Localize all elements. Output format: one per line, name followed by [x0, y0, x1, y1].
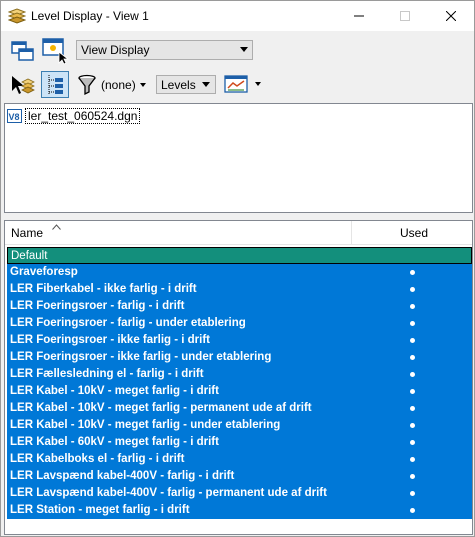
- dgn-file-icon: V8: [7, 109, 22, 123]
- used-indicator-icon: [410, 372, 415, 377]
- svg-text:V8: V8: [9, 112, 20, 122]
- name-column-header[interactable]: Name: [11, 226, 43, 240]
- level-row[interactable]: LER Kabel - 60kV - meget farlig - i drif…: [7, 434, 472, 451]
- tree-list-icon: [48, 75, 63, 94]
- filter-dropdown-arrow-icon[interactable]: [140, 83, 146, 87]
- level-name: LER Kabel - 10kV - meget farlig - under …: [10, 419, 281, 431]
- level-display-app-icon: [7, 8, 27, 24]
- level-name: LER Kabelboks el - farlig - i drift: [10, 453, 185, 465]
- maximize-icon: [400, 11, 410, 21]
- chevron-down-icon: [202, 82, 210, 87]
- level-row[interactable]: LER Foeringsroer - ikke farlig - i drift: [7, 332, 472, 349]
- level-name: LER Foeringsroer - farlig - under etable…: [10, 317, 246, 329]
- used-indicator-icon: [410, 355, 415, 360]
- pane-splitter[interactable]: [221, 214, 255, 224]
- level-row[interactable]: LER Kabel - 10kV - meget farlig - i drif…: [7, 383, 472, 400]
- used-indicator-icon: [410, 491, 415, 496]
- files-tree[interactable]: V8 ler_test_060524.dgn: [4, 103, 473, 213]
- used-indicator-icon: [410, 423, 415, 428]
- file-item[interactable]: V8 ler_test_060524.dgn: [7, 107, 141, 125]
- level-row[interactable]: LER Lavspænd kabel-400V - farlig - perma…: [7, 485, 472, 502]
- used-indicator-icon: [410, 474, 415, 479]
- level-name: LER Kabel - 60kV - meget farlig - i drif…: [10, 436, 219, 448]
- used-indicator-icon: [410, 338, 415, 343]
- level-row[interactable]: LER Station - meget farlig - i drift: [7, 502, 472, 519]
- used-indicator-icon: [410, 389, 415, 394]
- display-mode-value: View Display: [81, 43, 150, 57]
- level-name: LER Foeringsroer - ikke farlig - i drift: [10, 334, 211, 346]
- used-indicator-icon: [410, 321, 415, 326]
- chevron-down-icon: [240, 47, 248, 52]
- level-group-name: Default: [11, 250, 48, 262]
- level-row[interactable]: LER Lavspænd kabel-400V - farlig - i dri…: [7, 468, 472, 485]
- level-row[interactable]: LER Kabel - 10kV - meget farlig - perman…: [7, 400, 472, 417]
- level-name: LER Kabel - 10kV - meget farlig - perman…: [10, 402, 312, 414]
- used-indicator-icon: [410, 440, 415, 445]
- column-divider[interactable]: [351, 221, 352, 245]
- level-row[interactable]: LER Fiberkabel - ikke farlig - i drift: [7, 281, 472, 298]
- level-name: LER Foeringsroer - farlig - i drift: [10, 300, 185, 312]
- file-name: ler_test_060524.dgn: [25, 108, 141, 124]
- levels-list-header: Name Used: [5, 221, 472, 245]
- minimize-icon: [354, 15, 364, 17]
- hierarchy-view-toggle[interactable]: [41, 71, 69, 98]
- sort-ascending-icon: [52, 224, 61, 230]
- used-indicator-icon: [410, 270, 415, 275]
- close-icon: [446, 11, 456, 21]
- level-row[interactable]: Graveforesp: [7, 264, 472, 281]
- levels-dropdown-value: Levels: [161, 78, 196, 92]
- filter-value[interactable]: (none): [101, 78, 136, 92]
- used-column-header[interactable]: Used: [400, 226, 428, 240]
- level-name: LER Lavspænd kabel-400V - farlig - perma…: [10, 487, 327, 499]
- level-display-window: Level Display - View 1 View Display (non…: [0, 0, 475, 537]
- level-name: LER Fællesledning el - farlig - i drift: [10, 368, 204, 380]
- level-row[interactable]: LER Kabel - 10kV - meget farlig - under …: [7, 417, 472, 434]
- level-name: LER Station - meget farlig - i drift: [10, 504, 190, 516]
- minimize-button[interactable]: [336, 1, 382, 31]
- level-manager-icon[interactable]: [223, 73, 249, 95]
- view-windows-icon[interactable]: [9, 38, 37, 64]
- title-bar[interactable]: Level Display - View 1: [1, 1, 474, 31]
- active-level-pointer-icon[interactable]: [9, 73, 37, 97]
- levels-rows: Default Graveforesp LER Fiberkabel - ikke…: [7, 247, 472, 519]
- filter-icon[interactable]: [76, 73, 98, 97]
- view-select-icon[interactable]: [41, 37, 69, 65]
- level-group-row[interactable]: Default: [7, 247, 472, 264]
- level-name: LER Kabel - 10kV - meget farlig - i drif…: [10, 385, 219, 397]
- level-name: LER Foeringsroer - ikke farlig - under e…: [10, 351, 272, 363]
- used-indicator-icon: [410, 457, 415, 462]
- used-indicator-icon: [410, 287, 415, 292]
- level-name: LER Fiberkabel - ikke farlig - i drift: [10, 283, 197, 295]
- window-title: Level Display - View 1: [31, 9, 149, 23]
- used-indicator-icon: [410, 304, 415, 309]
- level-name: Graveforesp: [10, 266, 78, 278]
- level-manager-dropdown-arrow-icon[interactable]: [255, 82, 261, 86]
- level-name: LER Lavspænd kabel-400V - farlig - i dri…: [10, 470, 235, 482]
- level-row[interactable]: LER Kabelboks el - farlig - i drift: [7, 451, 472, 468]
- close-button[interactable]: [428, 1, 474, 31]
- level-row[interactable]: LER Foeringsroer - farlig - i drift: [7, 298, 472, 315]
- levels-dropdown[interactable]: Levels: [156, 75, 216, 94]
- levels-list[interactable]: Name Used Default Graveforesp LER Fiberka…: [4, 220, 473, 535]
- display-mode-dropdown[interactable]: View Display: [76, 40, 253, 60]
- level-row[interactable]: LER Fællesledning el - farlig - i drift: [7, 366, 472, 383]
- used-indicator-icon: [410, 406, 415, 411]
- maximize-button[interactable]: [382, 1, 428, 31]
- used-indicator-icon: [410, 508, 415, 513]
- level-row[interactable]: LER Foeringsroer - farlig - under etable…: [7, 315, 472, 332]
- level-row[interactable]: LER Foeringsroer - ikke farlig - under e…: [7, 349, 472, 366]
